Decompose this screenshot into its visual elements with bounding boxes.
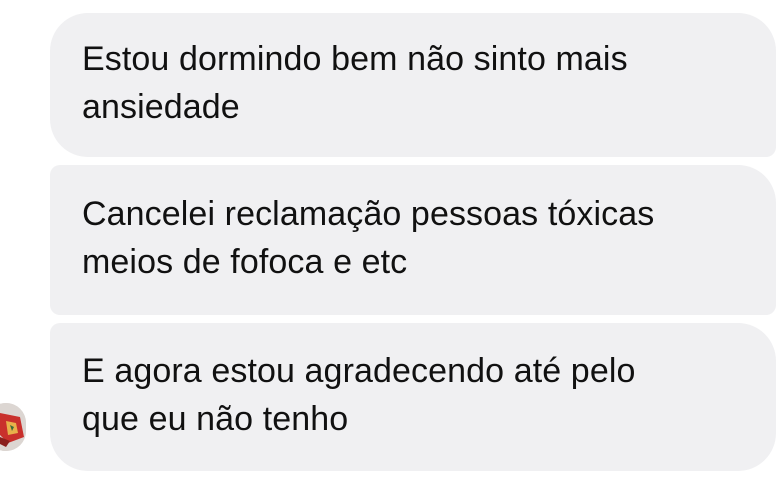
message-bubble[interactable]: Estou dormindo bem não sinto mais ansied… (50, 13, 776, 157)
message-text: E agora estou agradecendo até pelo que e… (82, 352, 636, 438)
message-text: Cancelei reclamação pessoas tóxicas meio… (82, 195, 655, 281)
message-text: Estou dormindo bem não sinto mais ansied… (82, 40, 628, 126)
message-bubble[interactable]: Cancelei reclamação pessoas tóxicas meio… (50, 165, 776, 315)
message-bubble[interactable]: E agora estou agradecendo até pelo que e… (50, 323, 776, 471)
user-avatar-icon[interactable] (0, 403, 26, 451)
chat-thread: Estou dormindo bem não sinto mais ansied… (0, 0, 779, 486)
